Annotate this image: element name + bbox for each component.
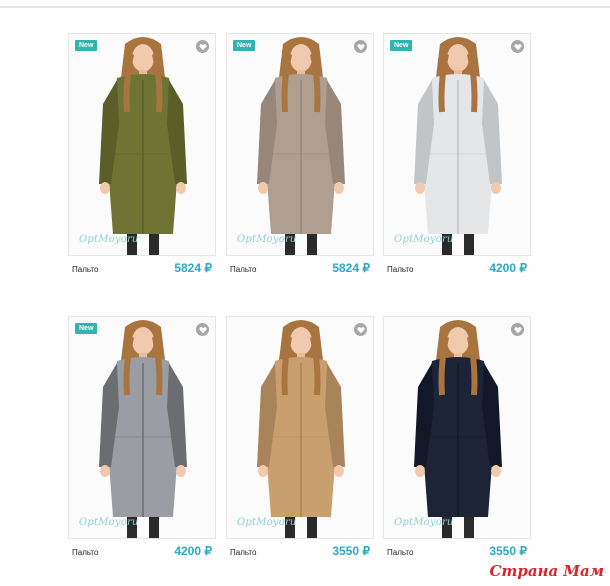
product-photo[interactable]: New OptMoyoru	[226, 33, 374, 256]
product-price: 5824 ₽	[332, 261, 370, 275]
product-photo[interactable]: OptMoyoru	[383, 316, 531, 539]
new-badge: New	[233, 40, 256, 51]
brand-watermark: OptMoyoru	[79, 234, 139, 245]
heart-icon[interactable]	[511, 323, 524, 336]
product-photo[interactable]: New OptMoyoru	[68, 316, 216, 539]
product-photo[interactable]: OptMoyoru	[226, 316, 374, 539]
brand-watermark: OptMoyoru	[394, 234, 454, 245]
product-card[interactable]: New OptMoyoru Пальто 4200 ₽	[383, 33, 531, 275]
product-photo[interactable]: New OptMoyoru	[383, 33, 531, 256]
new-badge: New	[75, 323, 98, 334]
product-price: 5824 ₽	[174, 261, 212, 275]
product-card[interactable]: New OptMoyoru Пальто 5824 ₽	[68, 33, 216, 275]
product-name[interactable]: Пальто	[72, 265, 98, 274]
heart-icon[interactable]	[511, 40, 524, 53]
new-badge: New	[390, 40, 413, 51]
product-grid: New OptMoyoru Пальто 5824 ₽ New OptMoyor…	[68, 33, 532, 563]
product-card[interactable]: New OptMoyoru Пальто 4200 ₽	[68, 316, 216, 558]
brand-watermark: OptMoyoru	[237, 234, 297, 245]
site-logo: Страна Мам	[489, 562, 604, 580]
heart-icon[interactable]	[196, 40, 209, 53]
product-price: 3550 ₽	[489, 544, 527, 558]
new-badge: New	[75, 40, 98, 51]
product-photo[interactable]: New OptMoyoru	[68, 33, 216, 256]
product-name[interactable]: Пальто	[230, 265, 256, 274]
heart-icon[interactable]	[196, 323, 209, 336]
heart-icon[interactable]	[354, 40, 367, 53]
brand-watermark: OptMoyoru	[237, 517, 297, 528]
product-price: 4200 ₽	[174, 544, 212, 558]
brand-watermark: OptMoyoru	[394, 517, 454, 528]
product-name[interactable]: Пальто	[72, 548, 98, 557]
top-divider	[0, 6, 610, 8]
product-price: 3550 ₽	[332, 544, 370, 558]
product-name[interactable]: Пальто	[387, 265, 413, 274]
brand-watermark: OptMoyoru	[79, 517, 139, 528]
product-price: 4200 ₽	[489, 261, 527, 275]
heart-icon[interactable]	[354, 323, 367, 336]
product-name[interactable]: Пальто	[230, 548, 256, 557]
product-card[interactable]: OptMoyoru Пальто 3550 ₽	[226, 316, 374, 558]
product-card[interactable]: OptMoyoru Пальто 3550 ₽	[383, 316, 531, 558]
product-name[interactable]: Пальто	[387, 548, 413, 557]
product-card[interactable]: New OptMoyoru Пальто 5824 ₽	[226, 33, 374, 275]
